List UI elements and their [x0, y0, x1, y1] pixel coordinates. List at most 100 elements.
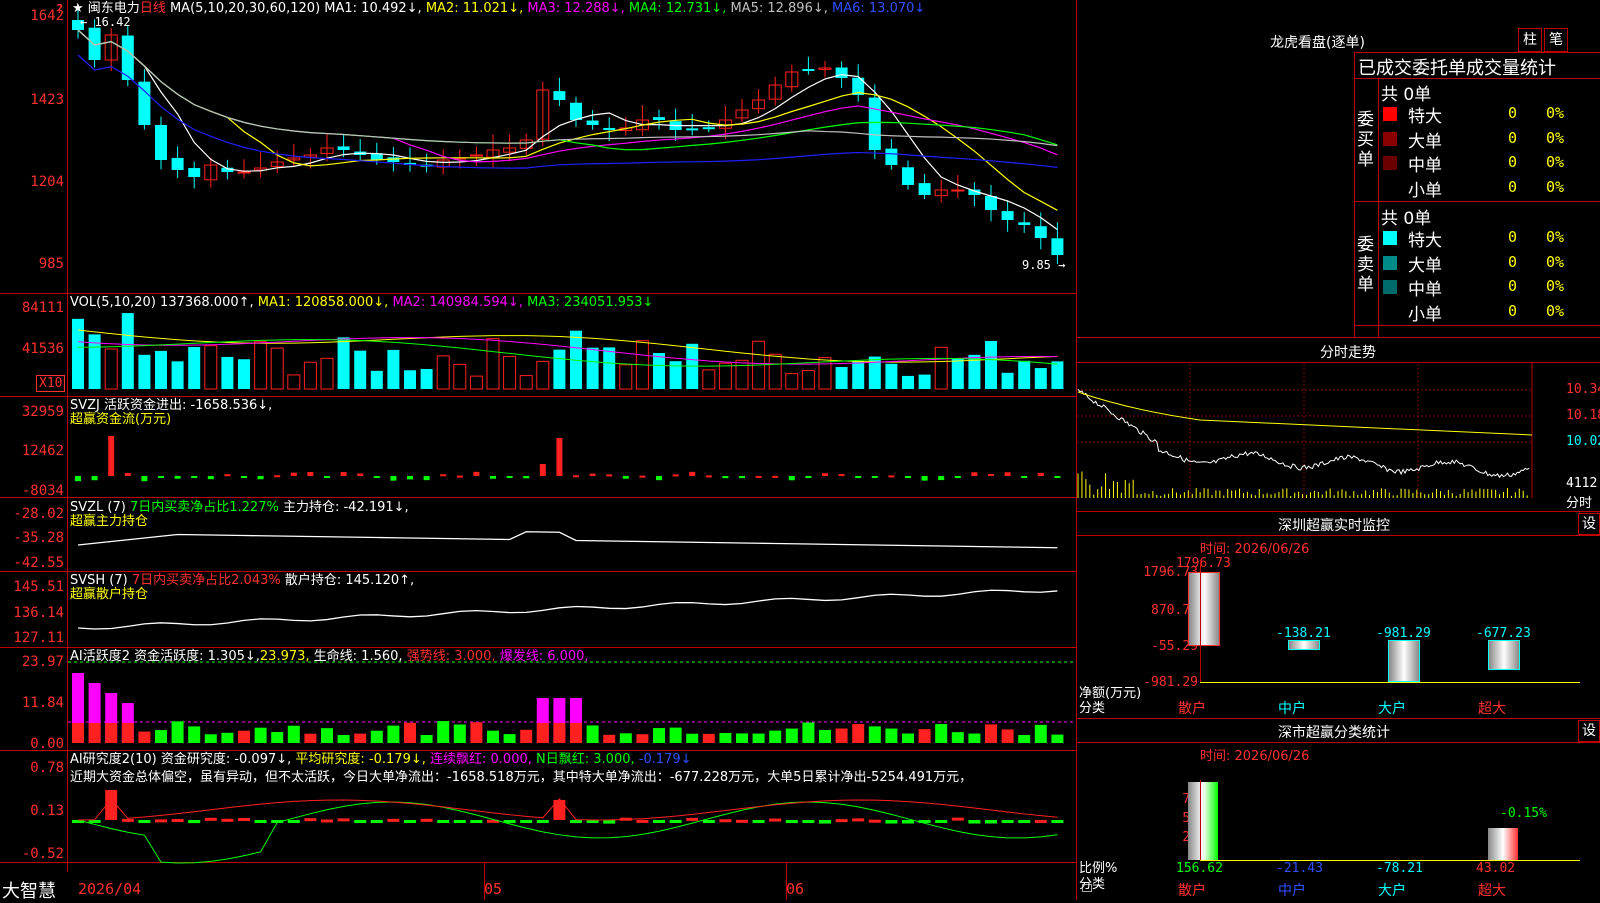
classify-bar-value: -21.43: [1276, 861, 1323, 876]
monitor-bar[interactable]: [1188, 572, 1220, 646]
fund-flow-bar: [871, 476, 878, 478]
activity-bar: [437, 721, 450, 743]
fund-flow-bar: [805, 476, 812, 478]
fund-flow-bar: [855, 476, 862, 478]
divider: [1077, 535, 1600, 536]
research-bar: [188, 820, 201, 824]
research-bar: [420, 818, 433, 822]
classify-ylabel2: 分类: [1079, 877, 1106, 892]
classify-bar-value: 156.62: [1176, 861, 1223, 876]
research-bar: [470, 820, 483, 823]
bar-mode-button[interactable]: 柱: [1518, 28, 1542, 52]
star-icon[interactable]: ★: [72, 1, 84, 16]
activity-bar: [470, 722, 483, 743]
volume-bar: [436, 355, 450, 390]
monitor-bar[interactable]: [1488, 640, 1520, 670]
ai-active-l4: 强势线: 3.000,: [406, 649, 496, 664]
volume-bar: [188, 346, 201, 389]
activity-bar: [603, 734, 616, 743]
tick-mode-button[interactable]: 笔: [1544, 28, 1568, 52]
monitor-bar-value: -677.23: [1476, 626, 1531, 641]
volume-bar: [320, 357, 334, 390]
fund-flow-bar: [606, 474, 613, 477]
volume-bar: [785, 373, 799, 390]
classify-bar-value: 43.02: [1476, 861, 1516, 876]
classify-settings-button[interactable]: 设: [1578, 720, 1600, 742]
fund-flow-bar: [224, 474, 231, 477]
fund-flow-bar: [473, 471, 480, 476]
classify-bar[interactable]: [1488, 828, 1518, 860]
research-bar: [404, 820, 416, 823]
fund-flow-bar: [241, 476, 247, 478]
research-bar: [885, 820, 898, 824]
candle-body: [985, 195, 997, 210]
research-bar: [985, 820, 997, 824]
research-bar: [171, 819, 184, 823]
fund-flow-bar: [888, 475, 895, 478]
order-percent: 0%: [1546, 153, 1565, 171]
intraday-title[interactable]: 分时走势: [1320, 342, 1376, 362]
fund-flow-bar: [108, 436, 115, 476]
divider: [1354, 52, 1600, 53]
fund-flow-bar: [324, 476, 330, 478]
period-label[interactable]: 日线: [140, 1, 166, 16]
svsh-ratio: 7日内买卖净占比2.043%: [131, 573, 281, 588]
candle-body: [885, 148, 898, 165]
activity-bar: [121, 723, 134, 743]
volume-bar: [951, 358, 964, 389]
order-count: 0: [1508, 104, 1518, 122]
classify-bar-category: 散户: [1178, 883, 1206, 899]
activity-bar: [520, 729, 533, 743]
order-count: 0: [1508, 128, 1518, 147]
ai-active-l2: 23.973,: [259, 649, 310, 664]
fund-flow-bar: [672, 474, 679, 477]
candle-body: [188, 168, 201, 177]
activity-bar: [918, 729, 931, 743]
activity-bar: [204, 734, 217, 743]
activity-bar: [868, 726, 881, 743]
candle-body: [686, 128, 699, 131]
research-bar: [155, 819, 167, 823]
fund-flow-bar: [705, 475, 712, 478]
fund-flow-bar: [921, 476, 928, 481]
activity-bar: [304, 733, 317, 743]
monitor-bar[interactable]: [1388, 640, 1420, 682]
intraday-axis-label: 10.02: [1566, 434, 1600, 449]
activity-bar: [536, 723, 549, 743]
activity-bar: [503, 734, 516, 743]
order-percent: 0%: [1546, 301, 1565, 320]
volume-bar: [768, 353, 782, 390]
volume-bar: [735, 359, 749, 390]
classify-bar[interactable]: [1188, 782, 1218, 860]
research-line: [77, 801, 1058, 864]
order-color-swatch: [1383, 280, 1397, 294]
volume-bar: [503, 355, 517, 390]
fund-flow-bar: [755, 475, 762, 478]
monitor-bar[interactable]: [1288, 640, 1320, 650]
svzl-title: SVZL (7): [70, 500, 126, 515]
monitor-settings-button[interactable]: 设: [1578, 513, 1600, 535]
order-percent: 0%: [1546, 277, 1565, 295]
research-bar: [287, 820, 300, 823]
candle-body: [570, 102, 582, 120]
fund-flow-bar: [539, 464, 546, 476]
volume-bar: [1051, 361, 1064, 389]
ma2-value: MA2: 11.021↓,: [425, 1, 524, 16]
volume-bar: [270, 347, 284, 390]
classify-bar-category: 大户: [1378, 883, 1406, 899]
fund-flow-bar: [573, 475, 579, 478]
order-count: 0: [1508, 177, 1518, 196]
activity-bar: [669, 727, 682, 743]
svzl-value: 主力持仓: -42.191↓,: [282, 500, 409, 515]
vol-title: VOL(5,10,20): [70, 295, 156, 310]
ma4-value: MA4: 12.731↓,: [628, 1, 727, 16]
divider: [1354, 78, 1600, 79]
longhu-subtitle: 已成交委托单成交量统计: [1358, 58, 1556, 79]
activity-bar: [702, 733, 715, 743]
fund-flow-bar: [905, 476, 911, 478]
activity-bar: [619, 733, 632, 743]
intraday-avg-line: [1077, 391, 1533, 436]
monitor-bar-category: 超大: [1478, 701, 1506, 717]
research-bar: [536, 820, 549, 823]
fund-flow-bar: [988, 473, 994, 476]
